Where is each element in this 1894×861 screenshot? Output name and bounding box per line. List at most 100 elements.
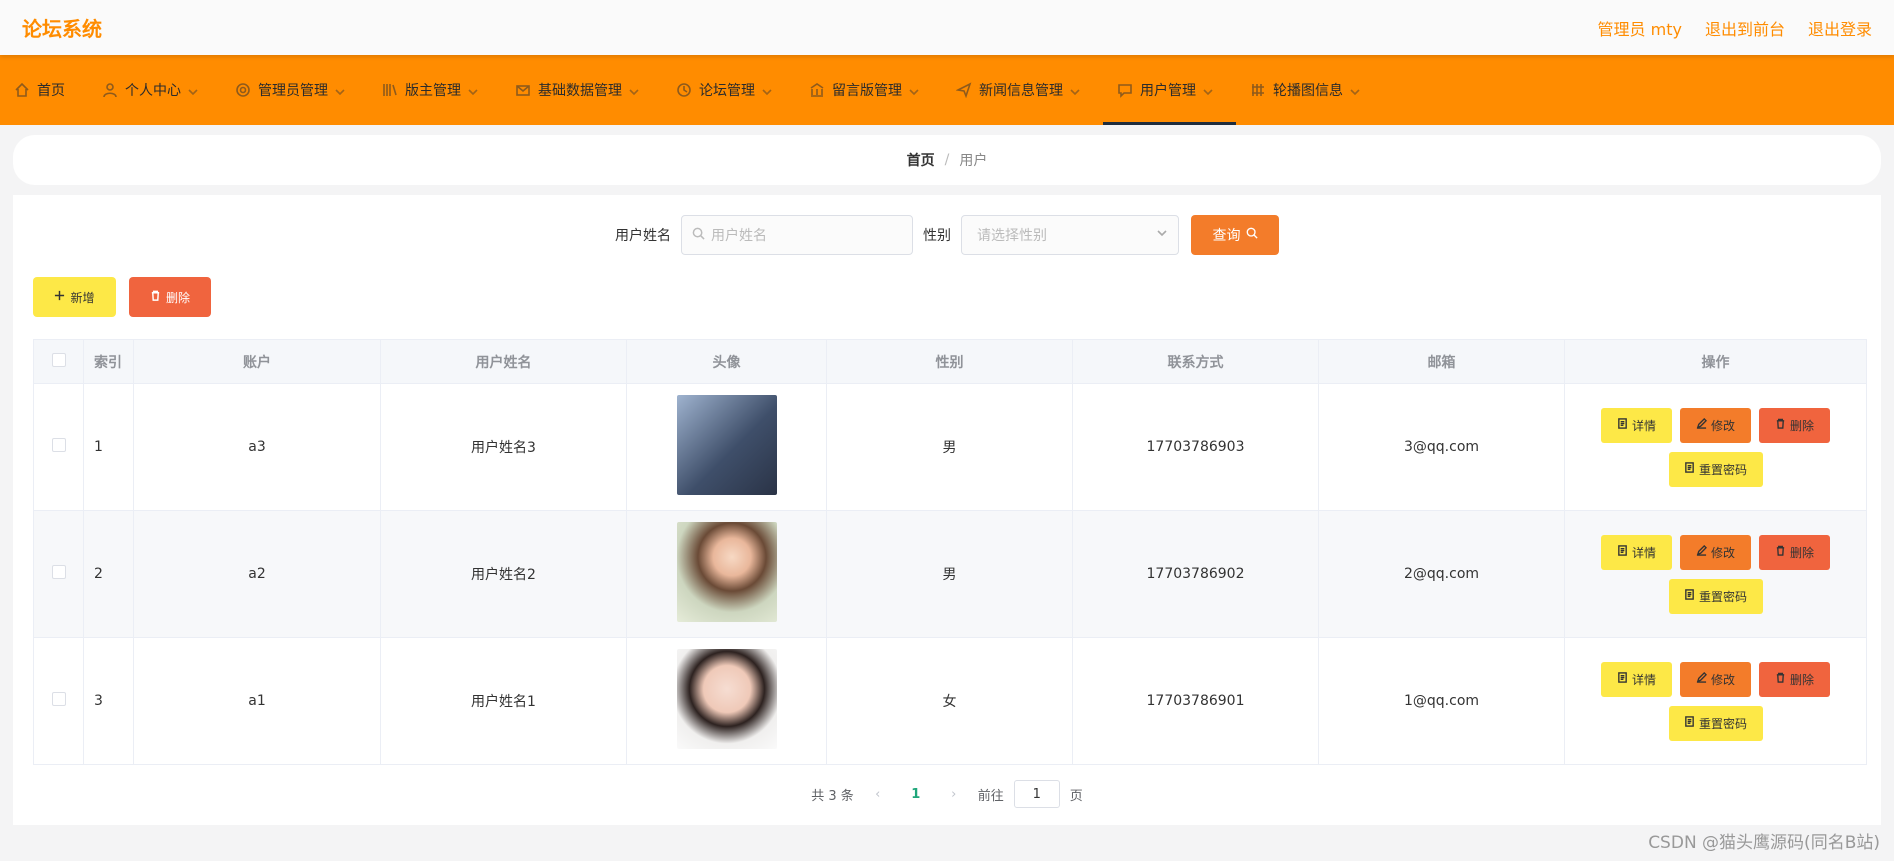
reset-label: 重置密码 <box>1698 716 1747 731</box>
admin-user-link[interactable]: 管理员 mty <box>1598 16 1682 40</box>
header-operations: 操作 <box>1564 339 1867 384</box>
row-checkbox[interactable] <box>51 692 66 706</box>
cell-name: 用户姓名3 <box>380 383 627 511</box>
row-select-cell <box>33 383 84 511</box>
page-number[interactable]: 1 <box>902 787 930 802</box>
nav-item-label: 首页 <box>37 83 65 99</box>
row-checkbox[interactable] <box>51 565 66 579</box>
breadcrumb-home[interactable]: 首页 <box>907 150 935 170</box>
detail-label: 详情 <box>1631 545 1656 560</box>
search-form: 用户姓名 用户姓名 性别 请选择性别 查询 <box>13 215 1881 255</box>
nav-item-home[interactable]: 首页 <box>0 55 88 125</box>
nav-item-base-data-management[interactable]: 基础数据管理 <box>501 55 662 125</box>
grid-icon <box>1250 82 1266 98</box>
ops-row: 详情 修改 删除 <box>1601 407 1830 443</box>
nav-item-forum-management[interactable]: 论坛管理 <box>662 55 795 125</box>
header-phone: 联系方式 <box>1072 339 1319 384</box>
cell-phone: 17703786902 <box>1072 510 1319 638</box>
brand-title: 论坛系统 <box>22 17 102 41</box>
edit-label: 修改 <box>1710 672 1735 687</box>
row-operations: 详情 修改 删除 重置密码 <box>1565 534 1866 614</box>
add-button[interactable]: 新增 <box>33 277 116 317</box>
query-button[interactable]: 查询 <box>1191 215 1279 255</box>
document-icon <box>1684 462 1695 476</box>
nav-item-news-management[interactable]: 新闻信息管理 <box>942 55 1103 125</box>
ops-row: 详情 修改 删除 <box>1601 661 1830 697</box>
edit-label: 修改 <box>1710 545 1735 560</box>
at-icon <box>235 82 251 98</box>
detail-label: 详情 <box>1631 672 1656 687</box>
delete-button[interactable]: 删除 <box>1759 407 1830 443</box>
cell-index: 3 <box>83 637 134 765</box>
detail-button[interactable]: 详情 <box>1601 407 1672 443</box>
cell-email: 2@qq.com <box>1318 510 1565 638</box>
select-all-checkbox[interactable] <box>51 352 66 367</box>
avatar <box>676 649 777 749</box>
nav-item-carousel-info[interactable]: 轮播图信息 <box>1236 55 1383 125</box>
main-nav: 首页 个人中心 管理员管理 版主管理 基础数据管理 论坛管理 留言版管理 新闻信… <box>0 55 1894 125</box>
nav-item-label: 管理员管理 <box>258 83 328 99</box>
detail-button[interactable]: 详情 <box>1601 534 1672 570</box>
breadcrumb-separator: / <box>944 152 950 168</box>
plus-icon <box>54 290 65 304</box>
gender-select[interactable]: 请选择性别 <box>961 215 1179 255</box>
row-checkbox[interactable] <box>51 438 66 452</box>
user-table: 索引 账户 用户姓名 头像 性别 联系方式 邮箱 操作 1 a3 用户姓名3 男… <box>33 339 1867 765</box>
nav-item-label: 轮播图信息 <box>1273 83 1343 99</box>
cell-index: 2 <box>83 510 134 638</box>
edit-button[interactable]: 修改 <box>1680 407 1751 443</box>
cell-phone: 17703786901 <box>1072 637 1319 765</box>
nav-item-admin-management[interactable]: 管理员管理 <box>221 55 368 125</box>
table-row: 3 a1 用户姓名1 女 17703786901 1@qq.com 详情 修改 … <box>33 637 1867 765</box>
edit-button[interactable]: 修改 <box>1680 534 1751 570</box>
cell-gender: 女 <box>826 637 1073 765</box>
goto-prefix: 前往 <box>977 788 1004 804</box>
nav-item-user-management[interactable]: 用户管理 <box>1103 55 1236 125</box>
cell-index: 1 <box>83 383 134 511</box>
ops-row: 详情 修改 删除 <box>1601 534 1830 570</box>
next-page-button[interactable]: › <box>940 787 968 802</box>
document-icon <box>1617 672 1628 686</box>
cell-email: 1@qq.com <box>1318 637 1565 765</box>
document-icon <box>1617 545 1628 559</box>
delete-button[interactable]: 删除 <box>1759 661 1830 697</box>
delete-button[interactable]: 删除 <box>1759 534 1830 570</box>
chevron-down-icon <box>629 85 639 96</box>
header-account: 账户 <box>133 339 381 384</box>
add-label: 新增 <box>70 290 95 305</box>
header-email: 邮箱 <box>1318 339 1565 384</box>
cell-avatar <box>626 637 827 765</box>
home-icon <box>14 82 30 98</box>
edit-icon <box>1696 671 1708 686</box>
edit-icon <box>1696 417 1708 432</box>
reset-password-button[interactable]: 重置密码 <box>1668 451 1763 487</box>
chat-icon <box>1117 82 1133 98</box>
cell-gender: 男 <box>826 383 1073 511</box>
edit-button[interactable]: 修改 <box>1680 661 1751 697</box>
nav-item-personal-center[interactable]: 个人中心 <box>88 55 221 125</box>
nav-item-message-board-management[interactable]: 留言版管理 <box>795 55 942 125</box>
nav-item-moderator-management[interactable]: 版主管理 <box>368 55 501 125</box>
cell-operations: 详情 修改 删除 重置密码 <box>1564 637 1867 765</box>
pagination: 共 3 条 ‹ 1 › 前往 1 页 <box>13 780 1881 808</box>
delete-label: 删除 <box>1789 672 1814 687</box>
name-placeholder: 用户姓名 <box>711 228 767 244</box>
logout-link[interactable]: 退出登录 <box>1808 16 1872 40</box>
detail-button[interactable]: 详情 <box>1601 661 1672 697</box>
table-header-row: 索引 账户 用户姓名 头像 性别 联系方式 邮箱 操作 <box>33 339 1867 384</box>
chevron-down-icon <box>468 85 478 96</box>
prev-page-button[interactable]: ‹ <box>864 787 892 802</box>
total-count: 共 3 条 <box>811 788 854 804</box>
cell-email: 3@qq.com <box>1318 383 1565 511</box>
reset-password-button[interactable]: 重置密码 <box>1668 705 1763 741</box>
goto-page-input[interactable]: 1 <box>1013 780 1060 808</box>
back-to-frontend-link[interactable]: 退出到前台 <box>1705 16 1785 40</box>
cell-name: 用户姓名2 <box>380 510 627 638</box>
cell-account: a3 <box>133 383 381 511</box>
batch-delete-button[interactable]: 删除 <box>129 277 211 317</box>
reset-password-button[interactable]: 重置密码 <box>1668 578 1763 614</box>
name-search-input[interactable]: 用户姓名 <box>681 215 913 255</box>
header-select-all[interactable] <box>33 339 84 384</box>
nav-item-label: 论坛管理 <box>699 83 755 99</box>
delete-label: 删除 <box>165 290 190 305</box>
